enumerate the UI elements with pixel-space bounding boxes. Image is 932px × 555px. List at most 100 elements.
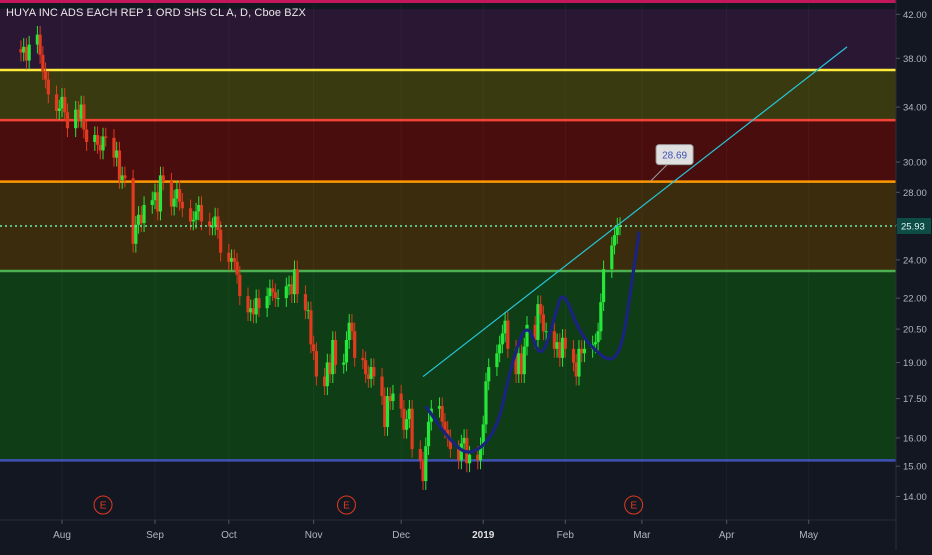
y-tick-label: 42.00 xyxy=(903,10,927,21)
candle xyxy=(85,129,89,142)
x-tick-label: Apr xyxy=(719,530,735,541)
y-tick-label: 30.00 xyxy=(903,158,927,169)
candle xyxy=(306,310,310,312)
candle xyxy=(484,381,488,425)
candle xyxy=(232,258,236,262)
candle xyxy=(552,331,556,349)
candle xyxy=(98,144,102,151)
chart-title: HUYA INC ADS EACH REP 1 ORD SHS CL A, D,… xyxy=(6,7,306,19)
earnings-label: E xyxy=(343,501,350,512)
candle xyxy=(615,226,619,236)
candle xyxy=(571,348,576,363)
x-tick-label: Nov xyxy=(305,530,323,541)
y-tick-label: 22.00 xyxy=(903,294,927,305)
candle xyxy=(131,178,135,244)
candle xyxy=(257,298,261,309)
candle xyxy=(596,331,600,343)
x-tick-label: Dec xyxy=(392,530,410,541)
candle xyxy=(522,346,526,375)
candle xyxy=(82,104,86,130)
candle xyxy=(506,320,510,349)
candle xyxy=(172,198,176,207)
candle xyxy=(312,344,316,352)
y-tick-label: 34.00 xyxy=(903,103,927,114)
candle xyxy=(197,205,201,212)
candle xyxy=(150,200,154,206)
candle xyxy=(560,337,565,358)
y-tick-label: 24.00 xyxy=(903,255,927,266)
candle xyxy=(350,322,354,332)
candle xyxy=(284,286,288,299)
candle xyxy=(328,362,332,375)
y-tick-label: 15.00 xyxy=(903,462,927,473)
candle xyxy=(405,419,409,430)
top-border xyxy=(0,0,896,3)
candle xyxy=(117,150,122,180)
x-tick-label: Sep xyxy=(146,530,164,541)
candle xyxy=(457,448,461,461)
candle xyxy=(290,284,294,295)
candle xyxy=(385,396,390,428)
candle xyxy=(443,421,447,430)
candle xyxy=(440,406,444,422)
candle xyxy=(93,135,97,142)
x-tick-label: Feb xyxy=(557,530,575,541)
candle xyxy=(268,288,272,297)
candle xyxy=(424,446,428,482)
x-tick-label: Aug xyxy=(53,530,71,541)
candle xyxy=(601,269,606,303)
candle xyxy=(19,49,23,53)
candle xyxy=(235,261,239,275)
candle xyxy=(410,408,414,449)
candle xyxy=(180,201,184,209)
candle xyxy=(63,96,67,113)
candle xyxy=(582,348,587,354)
candle xyxy=(342,362,346,365)
candle xyxy=(487,367,491,382)
x-tick-label: Oct xyxy=(221,530,237,541)
candle xyxy=(251,308,256,315)
chart-canvas[interactable]: 28.69EEE42.0038.0034.0030.0028.0026.0024… xyxy=(0,0,932,550)
candle xyxy=(191,219,195,222)
candle xyxy=(333,339,338,365)
candle xyxy=(383,396,387,428)
candle xyxy=(498,344,502,354)
candle xyxy=(175,189,179,199)
candle xyxy=(74,109,78,129)
x-tick-label: Mar xyxy=(633,530,651,541)
candle xyxy=(325,362,329,387)
candle xyxy=(467,454,472,464)
candle xyxy=(558,342,562,358)
candle xyxy=(54,94,59,111)
earnings-label: E xyxy=(630,501,637,512)
candle xyxy=(287,284,291,287)
candle xyxy=(555,342,559,349)
candle xyxy=(612,235,617,246)
candle xyxy=(541,314,546,332)
y-tick-label: 19.00 xyxy=(903,358,927,369)
candle xyxy=(216,216,220,230)
candle xyxy=(194,211,198,220)
candle xyxy=(161,175,165,182)
candle xyxy=(539,304,543,315)
y-tick-label: 16.00 xyxy=(903,433,927,444)
candle xyxy=(399,393,403,409)
candle xyxy=(426,421,431,447)
candle xyxy=(369,367,373,379)
earnings-label: E xyxy=(100,501,107,512)
candle xyxy=(536,304,540,340)
candle xyxy=(41,54,45,72)
candle xyxy=(391,393,395,402)
candle xyxy=(249,308,253,313)
candle xyxy=(169,181,174,207)
candle xyxy=(24,46,29,61)
candle xyxy=(153,192,157,201)
candle xyxy=(610,245,614,270)
candle xyxy=(366,374,370,379)
candle xyxy=(35,34,39,45)
zone-band xyxy=(0,120,896,182)
candle xyxy=(314,351,318,377)
price-chart[interactable]: 28.69EEE42.0038.0034.0030.0028.0026.0024… xyxy=(0,0,932,550)
candle xyxy=(517,353,521,375)
candle xyxy=(46,79,50,95)
